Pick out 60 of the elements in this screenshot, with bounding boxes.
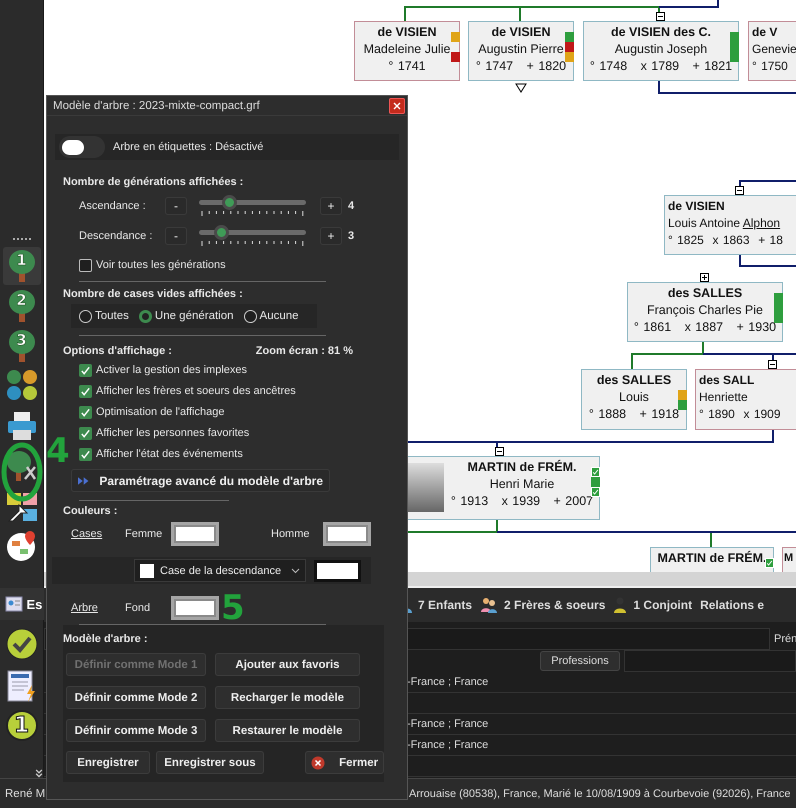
person-dates: ° 1861 x 1887 + 1930 <box>634 319 776 336</box>
person-dates: ° 1748 x 1789 + 1821 <box>590 58 732 75</box>
zoom-reading: Zoom écran : 81 % <box>256 345 353 357</box>
radio-label: Toutes <box>95 310 129 322</box>
checkbox-label: Afficher les personnes favorites <box>96 427 250 439</box>
person-given-names: Louis <box>619 389 649 406</box>
person-surname: des SALL <box>699 372 754 389</box>
person-surname: de VISIEN <box>491 24 551 41</box>
checkbox-label: Optimisation de l'affichage <box>96 406 224 418</box>
person-given-names: Madeleine Julie <box>364 41 450 58</box>
person-given-names: Augustin Joseph <box>614 41 708 58</box>
person-given-names: Augustin Pierre <box>478 41 564 58</box>
slider-value: 3 <box>348 230 354 242</box>
person-dates: ° 1888 + 1918 <box>588 406 680 423</box>
slider-label: Ascendance : <box>79 200 147 212</box>
person-surname: MARTIN de FRÉM. <box>467 459 577 476</box>
step-number: 4 <box>46 434 70 468</box>
color-label: Femme <box>125 528 164 540</box>
person-dates: ° 1913 x 1939 + 2007 <box>450 493 594 510</box>
person-surname: MARTIN de FRÉM. <box>657 550 767 567</box>
person-dates: ° 1747 + 1820 <box>476 58 566 75</box>
radio-label: Une génération <box>154 310 234 322</box>
slider-value: 4 <box>348 200 354 212</box>
checkbox-label: Activer la gestion des implexes <box>96 364 248 376</box>
toggle-label: Arbre en étiquettes : Désactivé <box>113 141 264 153</box>
person-surname: des SALLES <box>668 285 742 302</box>
list-row-text: -France ; France <box>407 676 488 688</box>
section-heading: Couleurs : <box>63 505 118 517</box>
person-dates: ° 1825 x 1863 + 18 <box>668 232 783 249</box>
list-row-text: -France ; France <box>407 718 488 730</box>
checkbox-label: Afficher l'état des événements <box>96 448 243 460</box>
step-number: 5 <box>221 591 245 625</box>
person-dates: ° 1890 x 1909 <box>699 406 781 423</box>
slider-label: Descendance : <box>79 230 154 242</box>
person-dates: ° 1750 <box>752 58 788 75</box>
person-given-names: Genevie <box>752 41 796 58</box>
section-heading: Nombre de générations affichées : <box>63 176 244 188</box>
person-surname: de VISIEN <box>668 198 725 215</box>
status-text: Arrouaise (80538), France, Marié le 10/08/1909 à Courbevoie (92026), France <box>409 788 791 800</box>
person-surname: M <box>784 551 794 566</box>
person-given-names: François Charles Pie <box>646 302 763 319</box>
person-surname: des SALLES <box>596 372 672 389</box>
radio-label: Aucune <box>260 310 299 322</box>
person-surname: de VISIEN <box>377 24 437 41</box>
person-dates: ° 1741 <box>388 58 426 75</box>
checkbox-label: Afficher les frères et soeurs des ancêtres <box>96 385 296 397</box>
list-row-text: -France ; France <box>407 739 488 751</box>
color-label: Homme <box>271 528 311 540</box>
color-label: Fond <box>125 602 152 614</box>
section-heading: Nombre de cases vides affichées : <box>63 288 244 300</box>
person-given-names: Henriette <box>699 389 748 406</box>
section-heading: Options d'affichage : <box>63 345 172 357</box>
section-heading: Modèle d'arbre : <box>63 633 149 645</box>
person-given-names: Louis Antoine Alphon <box>668 215 780 232</box>
checkbox-label: Voir toutes les générations <box>96 259 226 271</box>
person-given-names: Henri Marie <box>490 476 554 493</box>
status-text: René M <box>4 788 46 800</box>
person-surname: de V <box>752 24 778 41</box>
dialog-title: Modèle d'arbre : 2023-mixte-compact.grf <box>53 100 260 112</box>
person-surname: de VISIEN des C. <box>610 24 712 41</box>
